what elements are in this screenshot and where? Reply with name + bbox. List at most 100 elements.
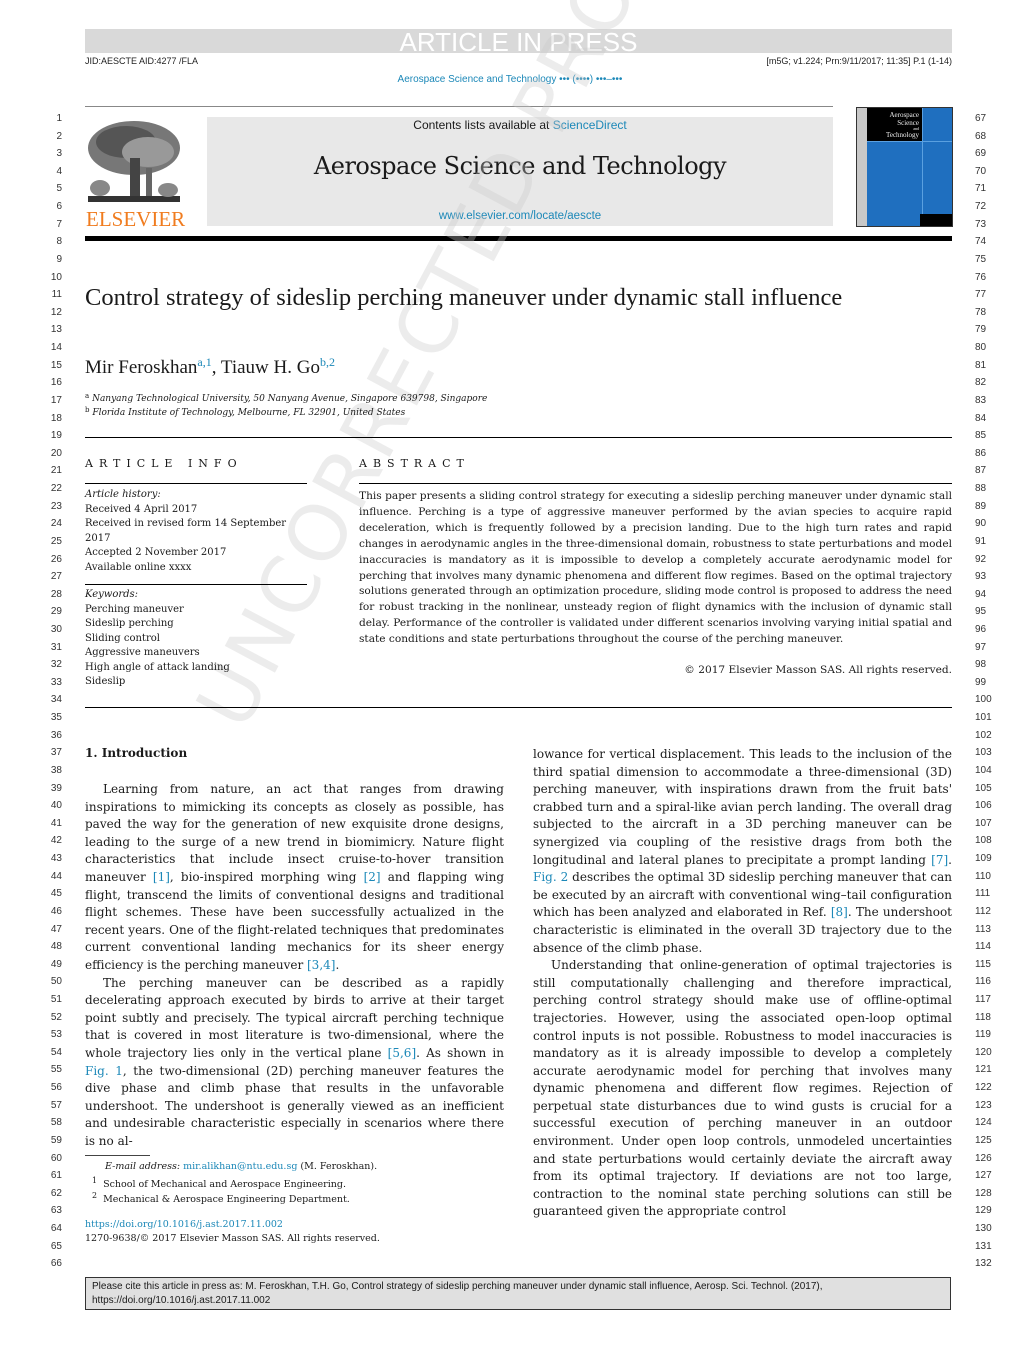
line-number: 47	[50, 923, 62, 935]
footnote-mark: 2	[92, 1191, 98, 1200]
email-suffix: (M. Feroskhan).	[297, 1161, 378, 1172]
line-number: 5	[56, 183, 62, 195]
citation-link[interactable]: [2]	[364, 870, 381, 884]
line-number: 123	[975, 1099, 992, 1111]
citation-link[interactable]: [3,4]	[307, 958, 335, 972]
email-link[interactable]: mir.alikhan@ntu.edu.sg	[183, 1161, 297, 1172]
line-number: 125	[975, 1134, 992, 1146]
keywords-list: Keywords: Perching maneuver Sideslip per…	[85, 588, 310, 690]
citation-link[interactable]: [5,6]	[388, 1046, 416, 1060]
journal-title: Aerospace Science and Technology	[313, 152, 727, 180]
line-number: 26	[50, 553, 62, 565]
line-number: 87	[975, 465, 987, 477]
line-number: 33	[50, 676, 62, 688]
line-number: 45	[50, 888, 62, 900]
line-number: 13	[50, 324, 62, 336]
line-number: 92	[975, 553, 987, 565]
masthead-bottom-bar	[85, 236, 952, 241]
line-number: 71	[975, 183, 987, 195]
line-number: 18	[50, 412, 62, 424]
line-number: 84	[975, 412, 987, 424]
line-number: 41	[50, 817, 62, 829]
keyword: Sideslip perching	[85, 618, 174, 629]
line-number: 39	[50, 782, 62, 794]
line-number: 68	[975, 130, 987, 142]
line-number: 122	[975, 1082, 992, 1094]
line-number: 51	[50, 994, 62, 1005]
citation-link[interactable]: [8]	[831, 905, 848, 919]
affiliation-mark: a	[85, 392, 90, 400]
journal-cover-thumbnail: Aerospace Science and Technology	[856, 107, 953, 227]
line-number: 80	[975, 342, 987, 354]
line-number: 129	[975, 1205, 992, 1217]
author-name[interactable]: Mir Feroskhan	[85, 357, 197, 378]
line-number: 124	[975, 1117, 992, 1129]
article-title: Control strategy of sideslip perching ma…	[85, 284, 843, 311]
line-number: 107	[975, 817, 992, 829]
cover-title-line: Technology	[886, 131, 919, 139]
line-number: 121	[975, 1064, 992, 1076]
line-number: 35	[50, 712, 62, 724]
cover-footer-block	[920, 214, 952, 226]
line-number: 91	[975, 535, 987, 547]
text-run: . As shown in	[416, 1045, 504, 1060]
footnote-email: E-mail address: mir.alikhan@ntu.edu.sg (…	[105, 1161, 377, 1172]
email-label: E-mail address:	[105, 1161, 184, 1172]
line-number: 59	[50, 1134, 62, 1146]
line-number: 2	[56, 130, 62, 142]
line-number: 116	[975, 976, 991, 988]
article-info-heading: ARTICLE INFO	[85, 457, 243, 470]
line-number: 101	[975, 712, 992, 724]
contents-available: Contents lists available at ScienceDirec…	[207, 118, 833, 132]
paragraph: lowance for vertical displacement. This …	[533, 746, 952, 957]
line-number: 85	[975, 430, 987, 442]
line-number: 62	[50, 1187, 62, 1199]
line-number: 27	[50, 571, 62, 583]
journal-url-link[interactable]: www.elsevier.com/locate/aescte	[207, 210, 833, 222]
line-number: 57	[50, 1099, 62, 1111]
citation-link[interactable]: [7]	[931, 853, 948, 867]
footnote-text: Mechanical & Aerospace Engineering Depar…	[103, 1194, 350, 1206]
line-number: 97	[975, 641, 987, 653]
line-number: 110	[975, 870, 991, 882]
citation-link[interactable]: [1]	[153, 870, 170, 884]
line-number: 109	[975, 853, 992, 865]
line-number: 38	[50, 764, 62, 776]
line-number: 79	[975, 324, 987, 336]
line-number: 37	[50, 747, 62, 759]
author-name[interactable]: Tiauw H. Go	[221, 357, 320, 378]
line-number: 40	[50, 800, 62, 812]
citation-doi[interactable]: https://doi.org/10.1016/j.ast.2017.11.00…	[92, 1294, 944, 1308]
line-number: 24	[50, 518, 62, 530]
footnote-mark: 1	[92, 1176, 98, 1185]
elsevier-wordmark: ELSEVIER	[86, 207, 186, 231]
sciencedirect-link[interactable]: ScienceDirect	[553, 118, 627, 132]
line-number: 112	[975, 905, 991, 917]
affiliation: b Florida Institute of Technology, Melbo…	[85, 406, 405, 418]
line-number: 32	[50, 659, 62, 671]
body-column-left: Learning from nature, an act that ranges…	[85, 781, 504, 1150]
author-affiliation-marker[interactable]: a,1	[197, 355, 211, 369]
line-number: 14	[50, 342, 62, 354]
text-run: and flapping wing flight, transcend the …	[85, 869, 505, 972]
line-number: 128	[975, 1187, 992, 1199]
figure-link[interactable]: Fig. 1	[85, 1064, 123, 1078]
line-number: 55	[50, 1064, 62, 1076]
line-number: 89	[975, 500, 987, 512]
doi-link[interactable]: https://doi.org/10.1016/j.ast.2017.11.00…	[85, 1219, 283, 1230]
section-heading-introduction: 1. Introduction	[85, 746, 188, 760]
figure-link[interactable]: Fig. 2	[533, 870, 568, 884]
line-number: 106	[975, 800, 992, 812]
line-number: 54	[50, 1046, 62, 1058]
line-number: 114	[975, 941, 991, 953]
author-affiliation-marker[interactable]: b,2	[320, 355, 335, 369]
footnote-1: 1 School of Mechanical and Aerospace Eng…	[92, 1176, 346, 1190]
line-number: 52	[50, 1011, 62, 1023]
line-number: 113	[975, 923, 991, 935]
text-run: , the two-dimensional (2D) perching mane…	[85, 1063, 504, 1148]
keyword: Sideslip	[85, 676, 126, 687]
history-item: Available online xxxx	[85, 561, 192, 573]
history-item: Received in revised form 14 September 20…	[85, 518, 287, 544]
keywords-label: Keywords:	[85, 589, 139, 600]
paragraph: Learning from nature, an act that ranges…	[85, 781, 504, 975]
